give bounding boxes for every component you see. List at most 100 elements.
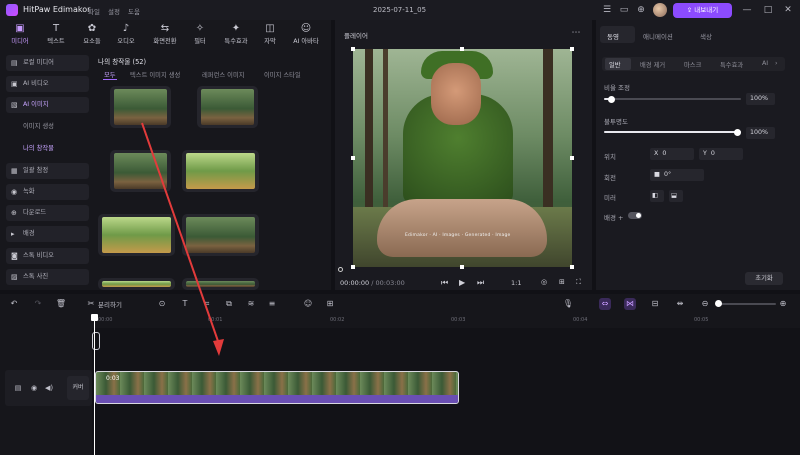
- position-x-field[interactable]: X 0: [650, 148, 694, 160]
- preview-canvas[interactable]: Edimakor · AI · Images · Generated · Ima…: [353, 49, 572, 267]
- sidebar-item-ai-image[interactable]: ▧ AI 이미지: [6, 97, 89, 113]
- sidebar-item-ai-video[interactable]: ▣ AI 비디오: [6, 76, 89, 92]
- play-icon[interactable]: ▶: [459, 278, 465, 287]
- sidebar-item-download[interactable]: ⊕ 다운로드: [6, 205, 89, 221]
- minimize-icon[interactable]: —: [741, 4, 753, 16]
- add-media-icon[interactable]: ⊞: [324, 298, 336, 310]
- tool-ai-avatar[interactable]: ☺ AI 아바타: [288, 22, 324, 48]
- rotate-field[interactable]: ■ 0°: [650, 169, 704, 181]
- fit-icon[interactable]: ⊞: [559, 278, 565, 286]
- media-thumbnail[interactable]: [182, 214, 259, 256]
- magnet-icon[interactable]: ⋈: [624, 298, 636, 310]
- tool-effects[interactable]: ✦ 특수효과: [218, 22, 254, 48]
- message-icon[interactable]: ▭: [618, 4, 630, 16]
- resize-handle[interactable]: [570, 156, 574, 160]
- avatar[interactable]: [653, 3, 667, 17]
- menu-help[interactable]: 도움: [128, 6, 140, 16]
- zoom-in-icon[interactable]: ⊕: [777, 298, 789, 310]
- split-screen-icon[interactable]: ⊟: [649, 298, 661, 310]
- snapshot-icon[interactable]: ◎: [541, 278, 547, 286]
- tool-text[interactable]: T 텍스트: [38, 22, 74, 48]
- sidebar-item-image-generate[interactable]: 이미지 생성: [6, 119, 89, 135]
- media-thumbnail[interactable]: [110, 86, 171, 128]
- sidebar-item-stock-photo[interactable]: ▨ 스톡 사진: [6, 269, 89, 285]
- media-thumbnail[interactable]: [98, 214, 175, 256]
- subtab-bg-remove[interactable]: 배경 제거: [640, 60, 665, 69]
- scale-value[interactable]: 100%: [746, 93, 775, 105]
- tool-subtitle[interactable]: ◫ 자막: [252, 22, 288, 48]
- delete-icon[interactable]: 🗑: [55, 298, 67, 310]
- scale-slider[interactable]: [604, 98, 741, 100]
- flip-vertical-icon[interactable]: ⬓: [669, 190, 683, 202]
- filter-tab-reference[interactable]: 레퍼런스 이미지: [202, 70, 245, 79]
- download-icon[interactable]: ⊕: [635, 4, 647, 16]
- undo-icon[interactable]: ↶: [8, 298, 20, 310]
- media-thumbnail[interactable]: [197, 86, 258, 128]
- tab-color[interactable]: 색상: [700, 31, 712, 41]
- subtab-mask[interactable]: 마스크: [684, 60, 701, 69]
- sidebar-item-stock-video[interactable]: ◙ 스톡 비디오: [6, 248, 89, 264]
- resize-handle[interactable]: [570, 265, 574, 269]
- chevron-right-icon[interactable]: ›: [775, 60, 778, 67]
- sidebar-item-record[interactable]: ◉ 녹화: [6, 184, 89, 200]
- media-thumbnail[interactable]: [110, 150, 171, 192]
- scale-knob[interactable]: [607, 96, 615, 103]
- flip-horizontal-icon[interactable]: ◧: [650, 190, 664, 202]
- audio-wave-icon[interactable]: ≋: [245, 298, 257, 310]
- link-icon[interactable]: ⇔: [599, 298, 611, 310]
- aspect-ratio-select[interactable]: 1:1: [511, 279, 521, 287]
- timeline-zoom-knob[interactable]: [715, 300, 722, 307]
- sidebar-item-batch[interactable]: ▦ 일괄 참정: [6, 163, 89, 179]
- filter-tab-text-to-image[interactable]: 텍스트 이미지 생성: [130, 70, 180, 79]
- playhead-handle[interactable]: [91, 314, 98, 321]
- resize-handle[interactable]: [351, 156, 355, 160]
- resize-handle[interactable]: [351, 265, 355, 269]
- tab-animation[interactable]: 애니메이션: [643, 31, 673, 41]
- filter-tab-all[interactable]: 모두: [104, 70, 116, 79]
- media-thumbnail[interactable]: [182, 150, 259, 192]
- next-frame-icon[interactable]: ⏭: [477, 278, 484, 288]
- timeline-zoom-slider[interactable]: [716, 303, 776, 305]
- text-icon[interactable]: T: [179, 298, 191, 310]
- video-clip[interactable]: 0:03: [95, 371, 459, 404]
- microphone-icon[interactable]: 🎙: [562, 298, 574, 310]
- menu-settings[interactable]: 설정: [108, 6, 120, 16]
- cover-button[interactable]: 커버: [67, 376, 89, 400]
- resize-handle[interactable]: [570, 47, 574, 51]
- export-button[interactable]: ⇪ 내보내기: [673, 3, 732, 18]
- fullscreen-icon[interactable]: ⛶: [576, 278, 581, 287]
- subtab-ai[interactable]: AI: [762, 60, 768, 67]
- fit-timeline-icon[interactable]: ⇹: [674, 298, 686, 310]
- tool-transition[interactable]: ⇆ 화면전환: [147, 22, 183, 48]
- media-thumbnail[interactable]: [98, 278, 175, 290]
- crop-icon[interactable]: ⌗: [201, 298, 213, 310]
- maximize-icon[interactable]: □: [762, 4, 774, 16]
- track-mute-icon[interactable]: ◀): [43, 382, 55, 394]
- media-thumbnail[interactable]: [182, 278, 259, 290]
- close-icon[interactable]: ✕: [782, 4, 794, 16]
- reset-button[interactable]: 초기화: [745, 272, 783, 285]
- zoom-out-icon[interactable]: ⊖: [699, 298, 711, 310]
- tool-filter[interactable]: ✧ 필터: [182, 22, 218, 48]
- feedback-icon[interactable]: ☰: [601, 4, 613, 16]
- adjust-icon[interactable]: ≡: [266, 298, 278, 310]
- split-label[interactable]: 분리하기: [98, 299, 122, 309]
- tool-elements[interactable]: ✿ 요소들: [74, 22, 110, 48]
- menu-file[interactable]: 파일: [88, 6, 100, 16]
- tab-video[interactable]: 동영: [607, 31, 619, 41]
- tool-audio[interactable]: ♪ 오디오: [108, 22, 144, 48]
- blend-toggle[interactable]: [628, 212, 642, 219]
- more-icon[interactable]: ⋯: [570, 27, 582, 39]
- sidebar-item-local-media[interactable]: ▤ 로컬 미디어: [6, 55, 89, 71]
- resize-handle[interactable]: [460, 265, 464, 269]
- speed-icon[interactable]: ⊙: [156, 298, 168, 310]
- progress-knob[interactable]: [338, 267, 343, 272]
- sidebar-item-my-creations[interactable]: 나의 창작물: [6, 141, 89, 157]
- opacity-value[interactable]: 100%: [746, 127, 775, 139]
- position-y-field[interactable]: Y 0: [699, 148, 743, 160]
- prev-frame-icon[interactable]: ⏮: [441, 278, 448, 288]
- face-icon[interactable]: ☺: [302, 298, 314, 310]
- filter-tab-style[interactable]: 이미지 스타일: [264, 70, 301, 79]
- sidebar-item-background[interactable]: ▸ 배경: [6, 226, 89, 242]
- track-storage-icon[interactable]: ▤: [12, 382, 24, 394]
